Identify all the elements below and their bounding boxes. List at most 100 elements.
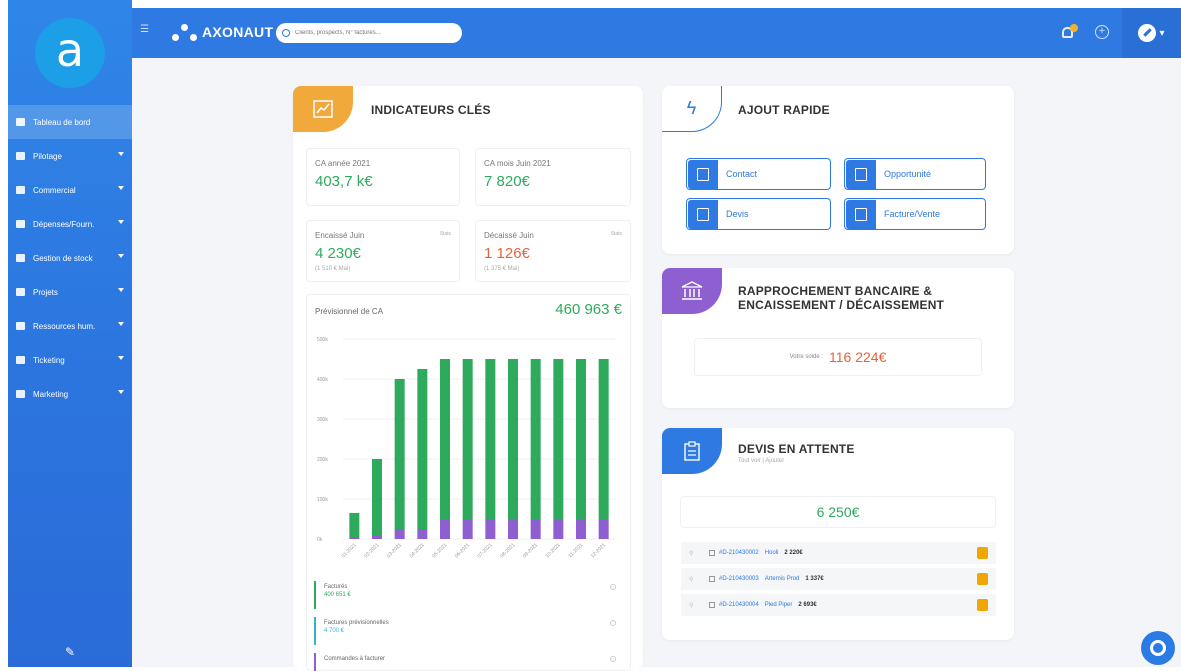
bar-factur-s[interactable] — [462, 359, 473, 519]
cash-out-label: Décaissé Juin — [484, 231, 534, 240]
settings-menu-button[interactable]: ▾ — [1122, 8, 1181, 58]
bank-reconciliation-card: RAPPROCHEMENT BANCAIRE & ENCAISSEMENT / … — [662, 268, 1014, 408]
bar-factur-s[interactable] — [349, 513, 360, 537]
quote-row[interactable]: ⚲ #D-210430003 Artemis Prod 1 337€ — [681, 568, 996, 590]
bar-commandes-facturer[interactable] — [576, 519, 586, 539]
nav-icon — [16, 254, 25, 262]
bar-factur-s[interactable] — [576, 359, 586, 519]
bar-commandes-facturer[interactable] — [485, 519, 496, 539]
y-tick-label: 100k — [317, 497, 328, 503]
bar-commandes-facturer[interactable] — [394, 529, 405, 539]
quotes-title: DEVIS EN ATTENTE — [738, 442, 855, 456]
ca-year-value: 403,7 k€ — [315, 173, 373, 190]
x-tick-label: 10-2021 — [545, 542, 562, 559]
bar-commandes-facturer[interactable] — [462, 519, 473, 539]
edit-pencil-icon[interactable]: ✎ — [8, 645, 132, 659]
add-invoice-button[interactable]: Facture/Vente — [844, 198, 986, 230]
bar-commandes-facturer[interactable] — [530, 519, 541, 539]
gear-icon[interactable] — [610, 584, 616, 590]
bar-commandes-facturer[interactable] — [372, 535, 382, 539]
bar-commandes-facturer[interactable] — [598, 519, 609, 539]
balance-value: 116 224€ — [829, 349, 887, 365]
cash-in-label: Encaissé Juin — [315, 231, 365, 240]
cash-in-sub: (1 510 € Mai) — [315, 266, 351, 272]
search-input[interactable] — [295, 30, 455, 36]
gear-icon[interactable] — [610, 620, 616, 626]
sidebar-item-label: Ticketing — [33, 355, 65, 365]
bar-factur-s[interactable] — [440, 359, 450, 519]
bar-commandes-facturer[interactable] — [349, 537, 360, 539]
add-circle-icon[interactable]: + — [1095, 25, 1109, 39]
notification-bell-icon[interactable] — [1062, 24, 1078, 40]
quote-client[interactable]: Artemis Prod — [765, 576, 800, 582]
bar-commandes-facturer[interactable] — [508, 519, 518, 539]
legend-item[interactable]: Facturés 400 651 € — [314, 581, 624, 609]
chat-icon — [1150, 640, 1166, 656]
bar-factur-s[interactable] — [394, 379, 405, 529]
sidebar-item-1[interactable]: Pilotage — [8, 139, 132, 173]
sidebar-item-4[interactable]: Gestion de stock — [8, 241, 132, 275]
quote-row[interactable]: ⚲ #D-210430004 Pied Piper 2 693€ — [681, 594, 996, 616]
forecast-value: 460 963 € — [555, 301, 622, 318]
ca-year-tile[interactable]: CA année 2021 403,7 k€ — [306, 148, 460, 206]
invoice-doc-icon — [846, 199, 876, 229]
gear-icon[interactable] — [610, 656, 616, 662]
calendar-icon — [709, 576, 715, 582]
chevron-down-icon — [118, 254, 124, 258]
quote-ref[interactable]: #D-210430003 — [719, 576, 759, 582]
bar-factur-s[interactable] — [553, 359, 564, 519]
legend-item[interactable]: Commandes à facturer — [314, 653, 624, 671]
quote-ref[interactable]: #D-210430002 — [719, 550, 759, 556]
x-tick-label: 05-2021 — [431, 542, 448, 559]
bar-commandes-facturer[interactable] — [417, 529, 428, 539]
sidebar-item-0[interactable]: Tableau de bord — [8, 105, 132, 139]
sidebar-item-6[interactable]: Ressources hum. — [8, 309, 132, 343]
quote-action-button[interactable] — [977, 547, 988, 559]
legend-item[interactable]: Factures prévisionnelles 4 700 € — [314, 617, 624, 645]
quote-row[interactable]: ⚲ #D-210430002 Hooli 2 220€ — [681, 542, 996, 564]
add-opportunity-button[interactable]: Opportunité — [844, 158, 986, 190]
bar-factur-s[interactable] — [417, 369, 428, 529]
cash-in-stats-link[interactable]: Stats — [440, 231, 451, 237]
quote-action-button[interactable] — [977, 599, 988, 611]
bar-commandes-facturer[interactable] — [553, 519, 564, 539]
search-icon[interactable]: ⚲ — [689, 550, 703, 557]
quote-ref[interactable]: #D-210430004 — [719, 602, 759, 608]
sidebar-item-label: Ressources hum. — [33, 321, 96, 331]
bar-factur-s[interactable] — [485, 359, 496, 519]
search-icon[interactable]: ⚲ — [689, 576, 703, 583]
ca-month-tile[interactable]: CA mois Juin 2021 7 820€ — [475, 148, 631, 206]
app-logo[interactable]: a — [35, 17, 105, 88]
sidebar-item-7[interactable]: Ticketing — [8, 343, 132, 377]
bar-factur-s[interactable] — [530, 359, 541, 519]
sidebar-item-2[interactable]: Commercial — [8, 173, 132, 207]
sidebar-item-label: Dépenses/Fourn. — [33, 219, 95, 229]
add-quote-button[interactable]: Devis — [686, 198, 831, 230]
legend-name: Factures prévisionnelles — [324, 620, 389, 626]
chat-support-button[interactable] — [1141, 631, 1175, 665]
balance-box[interactable]: Votre solde : 116 224€ — [694, 338, 982, 376]
y-tick-label: 0k — [317, 537, 323, 543]
cash-out-tile[interactable]: Décaissé Juin Stats 1 126€ (1 375 € Mai) — [475, 220, 631, 282]
quotes-links[interactable]: Tout voir | Ajouter — [738, 458, 784, 464]
search-icon[interactable]: ⚲ — [689, 602, 703, 609]
menu-toggle-icon[interactable]: ☰ — [140, 24, 149, 35]
bar-factur-s[interactable] — [372, 459, 382, 535]
quote-action-button[interactable] — [977, 573, 988, 585]
chevron-down-icon — [118, 322, 124, 326]
quote-amount: 2 220€ — [784, 550, 803, 556]
x-tick-label: 08-2021 — [499, 542, 516, 559]
sidebar-item-3[interactable]: Dépenses/Fourn. — [8, 207, 132, 241]
cash-out-stats-link[interactable]: Stats — [611, 231, 622, 237]
bank-title: RAPPROCHEMENT BANCAIRE & ENCAISSEMENT / … — [738, 284, 944, 312]
quote-client[interactable]: Pied Piper — [765, 602, 793, 608]
sidebar-item-5[interactable]: Projets — [8, 275, 132, 309]
bar-commandes-facturer[interactable] — [440, 519, 450, 539]
bar-factur-s[interactable] — [598, 359, 609, 519]
bar-factur-s[interactable] — [508, 359, 518, 519]
sidebar-item-8[interactable]: Marketing — [8, 377, 132, 411]
cash-in-tile[interactable]: Encaissé Juin Stats 4 230€ (1 510 € Mai) — [306, 220, 460, 282]
brand[interactable]: AXONAUT — [172, 22, 273, 42]
add-contact-button[interactable]: Contact — [686, 158, 831, 190]
quote-client[interactable]: Hooli — [765, 550, 779, 556]
